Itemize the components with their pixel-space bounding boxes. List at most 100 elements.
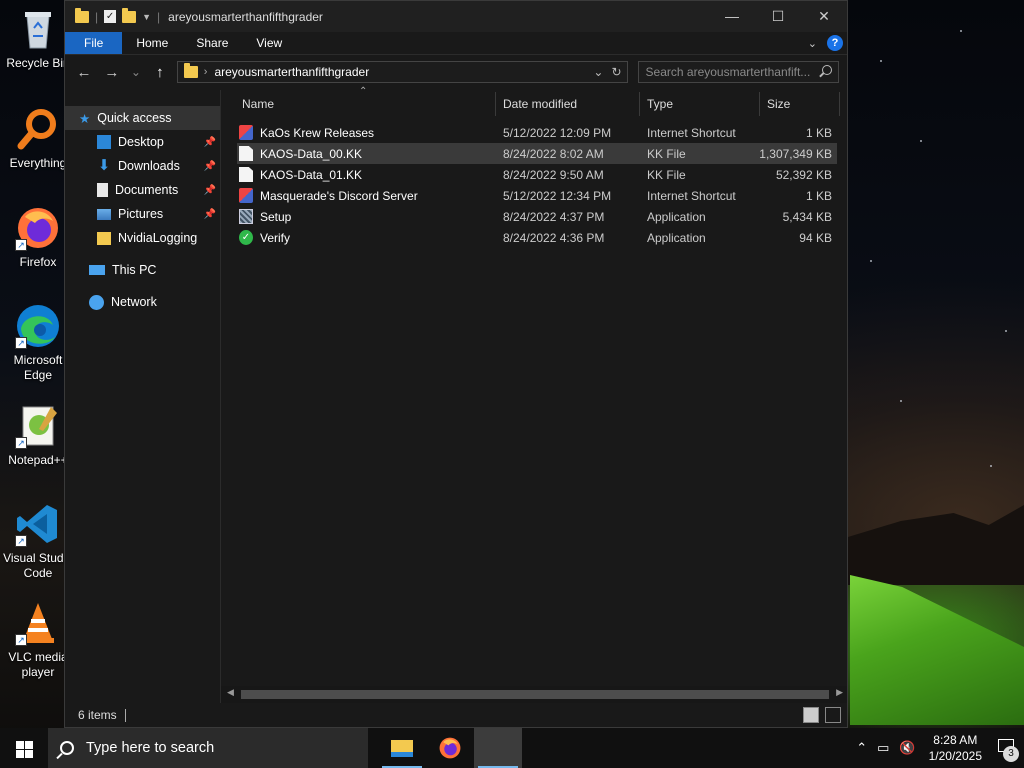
nav-item-quick-access[interactable]: ★ Quick access — [65, 106, 220, 130]
firefox-icon — [439, 737, 461, 759]
taskbar-firefox[interactable] — [426, 728, 474, 768]
file-row-selected[interactable]: KAOS-Data_00.KK 8/24/2022 8:02 AM KK Fil… — [237, 143, 837, 164]
forward-arrow-icon[interactable]: → — [101, 64, 123, 81]
breadcrumb-chevron-icon[interactable]: › — [204, 66, 208, 78]
status-divider — [124, 708, 126, 722]
tab-share[interactable]: Share — [182, 32, 242, 54]
recent-locations-chevron-icon[interactable]: ⌄ — [129, 65, 143, 79]
start-button[interactable] — [0, 728, 48, 768]
details-view-icon[interactable] — [803, 707, 819, 723]
expand-ribbon-chevron-icon[interactable]: ⌄ — [808, 37, 817, 50]
properties-icon[interactable]: ✓ — [104, 10, 117, 23]
scrollbar-thumb[interactable] — [241, 690, 829, 699]
content-area: ★ Quick access Desktop 📌 ⬇ Downloads 📌 D… — [65, 86, 847, 703]
show-hidden-icons-chevron-icon[interactable]: ⌃ — [856, 740, 867, 756]
desktop-icon-label: VLC media player — [8, 650, 68, 679]
network-status-icon[interactable]: ▭ — [877, 740, 889, 756]
search-icon[interactable] — [822, 65, 833, 75]
tab-view[interactable]: View — [242, 32, 296, 54]
back-arrow-icon[interactable]: ← — [73, 64, 95, 81]
file-name: Verify — [260, 230, 291, 245]
column-header-size[interactable]: Size — [767, 97, 790, 111]
taskbar-active-app[interactable] — [474, 728, 522, 768]
scroll-right-arrow-icon[interactable]: ▶ — [836, 687, 843, 698]
taskbar-file-explorer[interactable] — [378, 728, 426, 768]
nav-item-desktop[interactable]: Desktop 📌 — [65, 130, 220, 154]
nav-item-this-pc[interactable]: This PC — [65, 258, 220, 282]
pin-icon[interactable]: 📌 — [204, 137, 216, 148]
ribbon: File Home Share View ⌄ ? — [65, 32, 847, 55]
search-box[interactable] — [637, 61, 840, 83]
file-row[interactable]: ✓ Verify 8/24/2022 4:36 PM Application 9… — [237, 227, 837, 248]
refresh-icon[interactable]: ↻ — [611, 65, 621, 79]
folder-icon — [75, 7, 89, 23]
search-input[interactable] — [645, 65, 816, 79]
navigation-bar: ← → ⌄ ↑ › areyousmarterthanfifthgrader ⌄… — [65, 55, 847, 89]
shortcut-arrow-icon: ↗ — [15, 337, 27, 349]
pin-icon[interactable]: 📌 — [204, 185, 216, 196]
file-row[interactable]: KAOS-Data_01.KK 8/24/2022 9:50 AM KK Fil… — [237, 164, 837, 185]
file-size: 94 KB — [799, 230, 832, 245]
folder-icon — [183, 63, 198, 78]
column-header-name[interactable]: Name — [242, 97, 274, 111]
column-divider[interactable] — [839, 92, 840, 116]
help-icon[interactable]: ? — [827, 35, 843, 51]
item-count: 6 items — [78, 708, 117, 722]
toolbar-separator: | — [157, 9, 161, 24]
column-header-type[interactable]: Type — [647, 97, 673, 111]
nav-item-pictures[interactable]: Pictures 📌 — [65, 202, 220, 226]
tab-file[interactable]: File — [65, 32, 123, 54]
nav-item-nvidialogging[interactable]: NvidiaLogging — [65, 226, 220, 250]
pin-icon[interactable]: 📌 — [204, 209, 216, 220]
close-button[interactable]: ✕ — [801, 1, 847, 32]
clock[interactable]: 8:28 AM 1/20/2025 — [929, 732, 982, 764]
new-folder-icon[interactable] — [122, 7, 137, 23]
column-divider[interactable] — [759, 92, 760, 116]
file-row[interactable]: Masquerade's Discord Server 5/12/2022 12… — [237, 185, 837, 206]
file-row[interactable]: KaOs Krew Releases 5/12/2022 12:09 PM In… — [237, 122, 837, 143]
minimize-button[interactable]: — — [709, 1, 755, 32]
horizontal-scrollbar[interactable]: ◀ ▶ — [221, 686, 847, 703]
nav-item-label: Network — [111, 295, 157, 309]
notification-center-button[interactable]: 3 — [994, 728, 1024, 768]
address-bar[interactable]: › areyousmarterthanfifthgrader ⌄ ↻ — [176, 61, 628, 83]
desktop-icon-label: Visual Studio Code — [3, 551, 73, 580]
large-icons-view-icon[interactable] — [825, 707, 841, 723]
file-row[interactable]: Setup 8/24/2022 4:37 PM Application 5,43… — [237, 206, 837, 227]
file-name: KAOS-Data_00.KK — [260, 146, 363, 161]
ribbon-right-controls: ⌄ ? — [808, 35, 843, 51]
file-size: 5,434 KB — [782, 209, 832, 224]
file-date: 8/24/2022 9:50 AM — [503, 167, 604, 182]
taskbar-search-box[interactable]: Type here to search — [48, 728, 368, 768]
nav-item-label: Pictures — [118, 207, 164, 221]
shortcut-arrow-icon: ↗ — [15, 437, 27, 449]
nav-item-downloads[interactable]: ⬇ Downloads 📌 — [65, 154, 220, 178]
up-arrow-icon[interactable]: ↑ — [149, 64, 171, 81]
document-icon — [97, 183, 108, 197]
tab-home[interactable]: Home — [122, 32, 182, 54]
file-list-pane: ⌃ Name Date modified Type Size KaOs Krew… — [221, 86, 847, 703]
nav-item-network[interactable]: Network — [65, 290, 220, 314]
column-divider[interactable] — [639, 92, 640, 116]
toolbar-separator: | — [95, 9, 99, 24]
nav-item-documents[interactable]: Documents 📌 — [65, 178, 220, 202]
wallpaper-hill — [848, 505, 1024, 585]
scroll-left-arrow-icon[interactable]: ◀ — [227, 687, 234, 698]
file-date: 8/24/2022 8:02 AM — [503, 146, 604, 161]
address-path[interactable]: areyousmarterthanfifthgrader — [214, 65, 369, 79]
file-explorer-icon — [391, 739, 413, 757]
maximize-button[interactable]: ☐ — [755, 1, 801, 32]
pin-icon[interactable]: 📌 — [204, 161, 216, 172]
column-header-date[interactable]: Date modified — [503, 97, 577, 111]
volume-muted-icon[interactable]: 🔇 — [899, 740, 915, 756]
edge-icon: ↗ — [15, 303, 61, 349]
file-type: Application — [647, 230, 706, 245]
navigation-pane: ★ Quick access Desktop 📌 ⬇ Downloads 📌 D… — [65, 90, 221, 703]
customize-toolbar-chevron-icon[interactable]: ▼ — [142, 12, 151, 22]
wallpaper-tent — [850, 575, 1024, 725]
vlc-icon: ↗ — [15, 600, 61, 646]
column-divider[interactable] — [495, 92, 496, 116]
title-bar[interactable]: | ✓ ▼ | areyousmarterthanfifthgrader — ☐… — [65, 1, 847, 32]
address-history-chevron-icon[interactable]: ⌄ — [593, 65, 603, 79]
verify-check-icon: ✓ — [239, 230, 253, 245]
